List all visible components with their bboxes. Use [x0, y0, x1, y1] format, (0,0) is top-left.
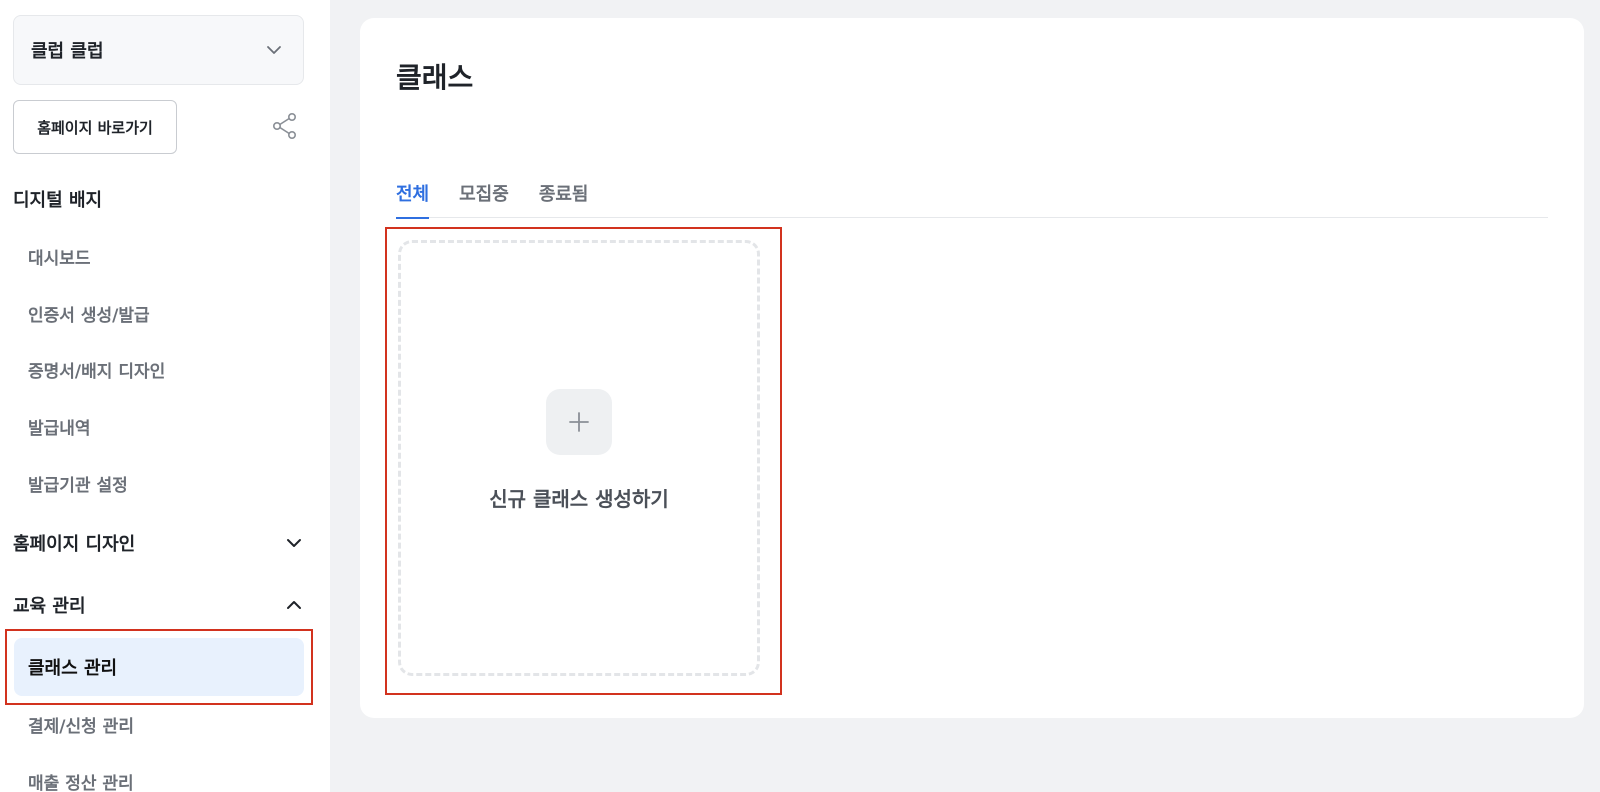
tab-all[interactable]: 전체: [396, 156, 430, 219]
main-card: 클래스 전체 모집중 종료됨 신규 클래스 생성하기: [360, 18, 1584, 718]
chevron-down-icon: [287, 539, 301, 547]
chevron-up-icon: [287, 601, 301, 609]
tab-bar: 전체 모집중 종료됨: [396, 156, 1548, 219]
nav-section-education[interactable]: 교육 관리: [13, 592, 303, 618]
sidebar-item-issue-history[interactable]: 발급내역: [28, 414, 91, 439]
nav-section-homepage-design[interactable]: 홈페이지 디자인: [13, 530, 303, 556]
org-name: 클럽 클럽: [31, 41, 104, 62]
new-class-card[interactable]: 신규 클래스 생성하기: [398, 240, 760, 676]
org-selector[interactable]: 클럽 클럽: [13, 15, 304, 85]
sidebar-item-sales-settlement[interactable]: 매출 정산 관리: [28, 769, 134, 792]
homepage-shortcut-button[interactable]: 홈페이지 바로가기: [13, 100, 177, 154]
nav-section-label: 교육 관리: [13, 596, 86, 617]
plus-icon: [569, 411, 589, 432]
plus-button[interactable]: [546, 388, 612, 455]
chevron-down-icon: [267, 46, 281, 54]
sidebar-item-issuer-settings[interactable]: 발급기관 설정: [28, 471, 128, 496]
tab-ended[interactable]: 종료됨: [539, 156, 589, 218]
sidebar-item-payment-management[interactable]: 결제/신청 관리: [28, 712, 134, 737]
sidebar-item-certificate-issue[interactable]: 인증서 생성/발급: [28, 301, 150, 326]
sidebar: 클럽 클럽 홈페이지 바로가기 디지털 배지 대시보드 인증서 생성/발급 증명…: [0, 0, 330, 792]
tab-recruiting[interactable]: 모집중: [459, 156, 509, 218]
page-title: 클래스: [396, 61, 474, 94]
nav-section-digital-badge: 디지털 배지: [13, 190, 103, 211]
sidebar-item-certificate-design[interactable]: 증명서/배지 디자인: [28, 357, 165, 382]
sidebar-item-dashboard[interactable]: 대시보드: [28, 244, 91, 269]
share-icon[interactable]: [271, 112, 299, 140]
nav-section-label: 홈페이지 디자인: [13, 534, 136, 555]
new-class-label: 신규 클래스 생성하기: [489, 486, 669, 511]
sidebar-item-class-management[interactable]: 클래스 관리: [14, 638, 304, 696]
